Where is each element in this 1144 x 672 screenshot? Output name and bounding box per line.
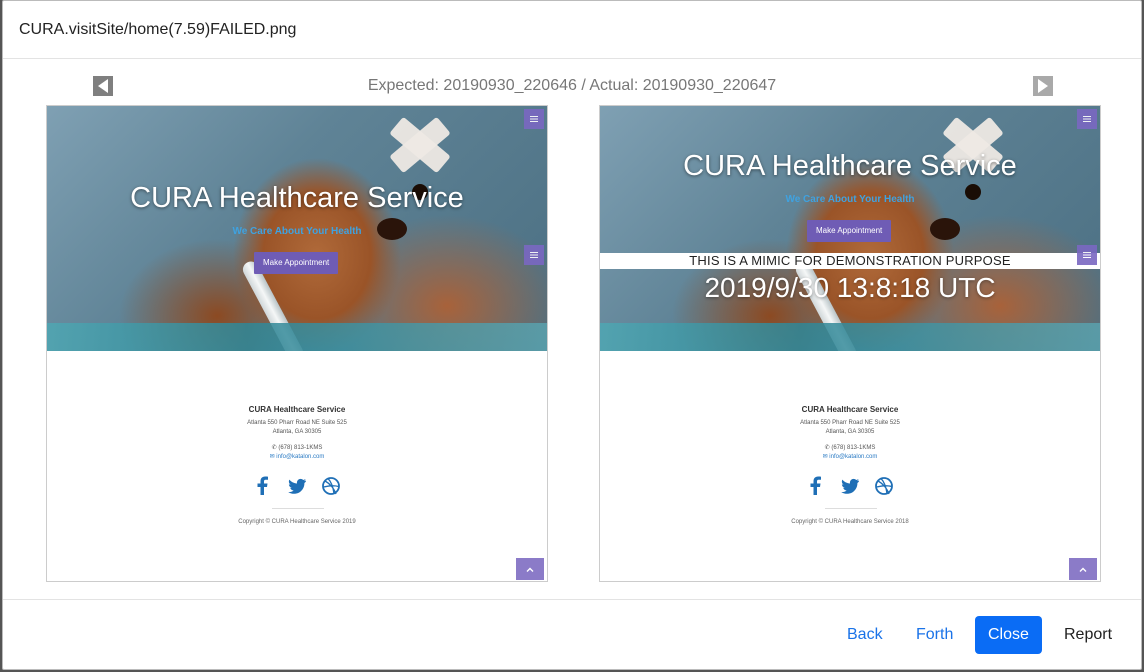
forth-button[interactable]: Forth bbox=[903, 616, 966, 654]
hero-subtitle: We Care About Your Health bbox=[232, 226, 362, 237]
image-diff-dialog: CURA.visitSite/home(7.59)FAILED.png Expe… bbox=[2, 0, 1142, 670]
dribbble-icon[interactable] bbox=[874, 476, 894, 496]
dialog-title: CURA.visitSite/home(7.59)FAILED.png bbox=[19, 20, 297, 38]
blanket-decoration bbox=[600, 323, 1100, 351]
hero-title: CURA Healthcare Service bbox=[683, 150, 1017, 182]
footer-divider bbox=[272, 508, 324, 509]
footer-phone: ✆ (678) 813-1KMS bbox=[47, 444, 547, 451]
social-links bbox=[47, 476, 547, 496]
mimic-banner-text: THIS IS A MIMIC FOR DEMONSTRATION PURPOS… bbox=[600, 253, 1100, 269]
dialog-footer: Back Forth Close Report bbox=[3, 599, 1141, 671]
bear-nose bbox=[930, 218, 960, 240]
dribbble-icon[interactable] bbox=[321, 476, 341, 496]
footer-company-name: CURA Healthcare Service bbox=[801, 405, 899, 414]
footer-phone: ✆ (678) 813-1KMS bbox=[600, 444, 1100, 451]
report-button[interactable]: Report bbox=[1051, 616, 1125, 654]
facebook-icon[interactable] bbox=[253, 476, 273, 496]
footer-copyright: Copyright © CURA Healthcare Service 2019 bbox=[238, 519, 356, 525]
footer-divider bbox=[825, 508, 877, 509]
twitter-icon[interactable] bbox=[287, 476, 307, 496]
footer-company-name: CURA Healthcare Service bbox=[248, 405, 346, 414]
hero-banner: CURA Healthcare Service We Care About Yo… bbox=[600, 106, 1100, 351]
scroll-to-top-button[interactable] bbox=[1069, 558, 1097, 580]
social-links bbox=[600, 476, 1100, 496]
blanket-decoration bbox=[47, 323, 547, 351]
facebook-icon[interactable] bbox=[806, 476, 826, 496]
actual-screenshot: CURA Healthcare Service We Care About Yo… bbox=[599, 105, 1101, 582]
page-footer: CURA Healthcare Service Atlanta 550 Phar… bbox=[600, 351, 1100, 581]
menu-icon[interactable] bbox=[524, 109, 544, 129]
page-footer: CURA Healthcare Service Atlanta 550 Phar… bbox=[47, 351, 547, 581]
footer-phone-text: (678) 813-1KMS bbox=[278, 445, 323, 451]
twitter-icon[interactable] bbox=[840, 476, 860, 496]
footer-phone-text: (678) 813-1KMS bbox=[831, 445, 876, 451]
menu-icon[interactable] bbox=[1077, 245, 1097, 265]
footer-copyright: Copyright © CURA Healthcare Service 2018 bbox=[791, 519, 909, 525]
hero-banner: CURA Healthcare Service We Care About Yo… bbox=[47, 106, 547, 351]
scroll-to-top-button[interactable] bbox=[516, 558, 544, 580]
make-appointment-button[interactable]: Make Appointment bbox=[254, 252, 339, 274]
comparison-caption: Expected: 20190930_220646 / Actual: 2019… bbox=[367, 77, 777, 94]
dialog-header: CURA.visitSite/home(7.59)FAILED.png bbox=[3, 1, 1141, 59]
expected-screenshot: CURA Healthcare Service We Care About Yo… bbox=[46, 105, 548, 582]
back-button[interactable]: Back bbox=[834, 616, 896, 654]
footer-email-link[interactable]: info@katalon.com bbox=[829, 454, 877, 460]
menu-icon[interactable] bbox=[524, 245, 544, 265]
dialog-body: Expected: 20190930_220646 / Actual: 2019… bbox=[3, 59, 1141, 599]
footer-address-line2: Atlanta, GA 30305 bbox=[272, 429, 322, 435]
close-button[interactable]: Close bbox=[975, 616, 1042, 654]
footer-address-line1: Atlanta 550 Pharr Road NE Suite 525 bbox=[800, 420, 900, 426]
make-appointment-button[interactable]: Make Appointment bbox=[807, 220, 892, 242]
hero-subtitle: We Care About Your Health bbox=[785, 194, 915, 205]
footer-email-link[interactable]: info@katalon.com bbox=[276, 454, 324, 460]
mimic-timestamp: 2019/9/30 13:8:18 UTC bbox=[704, 272, 996, 303]
footer-email: ✉ info@katalon.com bbox=[600, 453, 1100, 460]
menu-icon[interactable] bbox=[1077, 109, 1097, 129]
next-arrow-icon[interactable] bbox=[1033, 76, 1053, 96]
hero-title: CURA Healthcare Service bbox=[130, 182, 464, 214]
footer-address-line2: Atlanta, GA 30305 bbox=[825, 429, 875, 435]
footer-address-line1: Atlanta 550 Pharr Road NE Suite 525 bbox=[247, 420, 347, 426]
footer-email: ✉ info@katalon.com bbox=[47, 453, 547, 460]
